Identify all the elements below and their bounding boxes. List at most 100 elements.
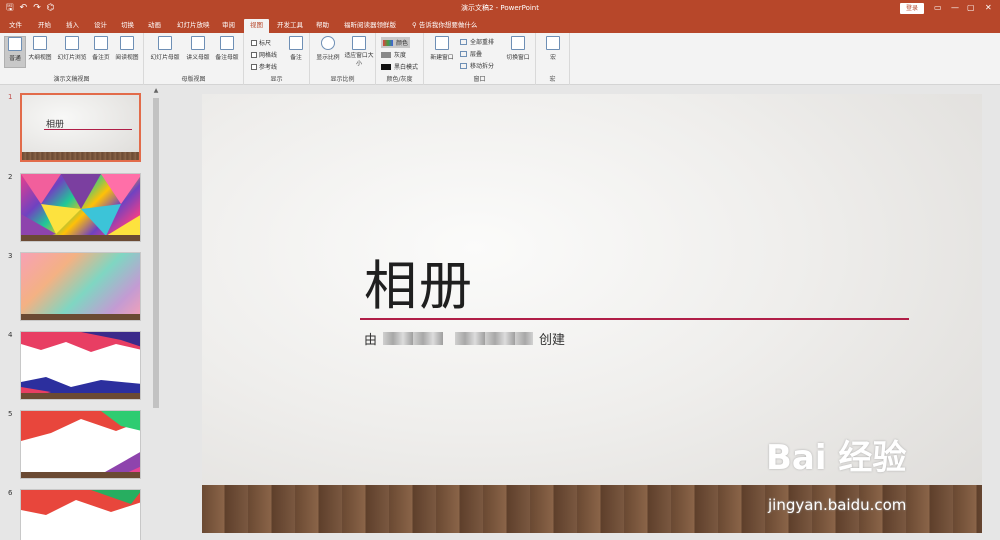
- slide-title[interactable]: 相册: [364, 244, 474, 320]
- zoom-button[interactable]: 显示比例: [314, 36, 342, 61]
- checkbox-box: [251, 51, 257, 58]
- fit-to-window-button[interactable]: 适应窗口大小: [344, 36, 374, 68]
- group-label: 宏: [549, 76, 556, 83]
- tab-insert[interactable]: 插入: [66, 19, 79, 33]
- tab-review[interactable]: 审阅: [222, 19, 235, 33]
- tab-view[interactable]: 视图: [244, 19, 269, 33]
- geometric-pattern: [21, 490, 140, 515]
- slide-sorter-button[interactable]: 幻灯片浏览: [55, 36, 89, 61]
- notes-master-button[interactable]: 备注母版: [213, 36, 241, 61]
- group-window: 新建窗口 全部重排 层叠 移动拆分 切换窗口 窗口: [424, 33, 536, 85]
- arrange-all-icon: [460, 38, 467, 45]
- tell-me-search[interactable]: ⚲ 告诉我你想要做什么: [412, 19, 477, 32]
- arrange-all-button[interactable]: 全部重排: [460, 37, 494, 46]
- handout-master-button[interactable]: 讲义母版: [184, 36, 212, 61]
- slide-master-icon: [158, 36, 172, 50]
- slide-thumbnail-pane: 1 相册 2 3 4 5 6 ▲: [0, 86, 162, 540]
- notes-icon: [289, 36, 303, 50]
- thumb-title-line: [44, 129, 132, 130]
- group-zoom: 显示比例 适应窗口大小 显示比例: [310, 33, 376, 85]
- reading-view-button[interactable]: 阅读视图: [113, 36, 141, 61]
- tab-developer[interactable]: 开发工具: [277, 19, 303, 33]
- outline-view-button[interactable]: 大纲视图: [27, 36, 53, 61]
- fit-window-icon: [352, 36, 366, 50]
- close-icon[interactable]: ✕: [985, 2, 992, 14]
- black-white-button[interactable]: 黑白模式: [381, 62, 418, 71]
- checkbox-box: [251, 63, 257, 70]
- notes-page-icon: [94, 36, 108, 50]
- group-color-grayscale: 颜色 灰度 黑白模式 颜色/灰度: [376, 33, 424, 85]
- subtitle-suffix: 创建: [539, 333, 566, 348]
- cascade-icon: [460, 50, 467, 57]
- watermark-url: jingyan.baidu.com: [768, 496, 907, 514]
- slide-thumbnail-6[interactable]: [20, 489, 141, 540]
- ribbon: 普通 大纲视图 幻灯片浏览 备注页 阅读视图 演示文稿视图 幻灯片母版 讲义母版…: [0, 33, 1000, 85]
- window-title: 演示文稿2 - PowerPoint: [461, 4, 539, 12]
- thumbnail-scrollbar[interactable]: ▲: [151, 86, 161, 540]
- reading-view-icon: [120, 36, 134, 50]
- ribbon-display-options-icon[interactable]: ▭: [934, 2, 942, 14]
- slide-master-button[interactable]: 幻灯片母版: [149, 36, 181, 61]
- new-window-button[interactable]: 新建窗口: [428, 36, 456, 61]
- normal-view-button[interactable]: 普通: [4, 36, 26, 68]
- gridlines-checkbox[interactable]: 网格线: [251, 50, 277, 59]
- move-split-button[interactable]: 移动拆分: [460, 61, 494, 70]
- grayscale-swatch-icon: [381, 51, 391, 58]
- group-macros: 宏 宏: [536, 33, 570, 85]
- slide-thumbnail-5[interactable]: [20, 410, 141, 479]
- notes-page-button[interactable]: 备注页: [90, 36, 112, 61]
- guides-checkbox[interactable]: 参考线: [251, 62, 277, 71]
- group-label: 母版视图: [181, 76, 206, 83]
- slide-thumbnail-3[interactable]: [20, 252, 141, 321]
- tab-design[interactable]: 设计: [94, 19, 107, 33]
- grayscale-button[interactable]: 灰度: [381, 50, 406, 59]
- group-master-views: 幻灯片母版 讲义母版 备注母版 母版视图: [144, 33, 244, 85]
- tab-file[interactable]: 文件: [9, 19, 22, 33]
- cascade-button[interactable]: 层叠: [460, 49, 482, 58]
- lightbulb-icon: ⚲: [412, 21, 419, 29]
- login-button[interactable]: 登录: [900, 3, 924, 14]
- thumb-floor: [21, 235, 140, 241]
- normal-view-icon: [8, 37, 22, 51]
- tab-foxit[interactable]: 福昕阅读器领鲜版: [344, 19, 396, 33]
- slide-number: 2: [8, 173, 13, 181]
- geometric-pattern: [21, 332, 140, 399]
- redacted-name: [383, 332, 444, 345]
- thumb-floor: [21, 393, 140, 399]
- tell-me-label: 告诉我你想要做什么: [418, 21, 478, 29]
- scroll-up-icon[interactable]: ▲: [152, 87, 160, 95]
- maximize-icon[interactable]: ▢: [967, 2, 975, 14]
- slide-thumbnail-2[interactable]: [20, 173, 141, 242]
- switch-windows-button[interactable]: 切换窗口: [504, 36, 532, 61]
- thumb-floor: [21, 472, 140, 478]
- ribbon-tabs: 文件 开始 插入 设计 切换 动画 幻灯片放映 审阅 视图 开发工具 帮助 福昕…: [0, 17, 1000, 33]
- tab-home[interactable]: 开始: [38, 19, 51, 33]
- group-label: 演示文稿视图: [53, 76, 90, 83]
- switch-windows-icon: [511, 36, 525, 50]
- scrollbar-thumb[interactable]: [153, 98, 159, 408]
- checkbox-box: [251, 39, 257, 46]
- color-swatch-icon: [383, 39, 393, 46]
- macros-button[interactable]: 宏: [541, 36, 565, 61]
- black-white-swatch-icon: [381, 63, 391, 70]
- slide-subtitle[interactable]: 由 创建: [364, 329, 565, 348]
- subtitle-prefix: 由: [364, 333, 378, 348]
- slide-number: 4: [8, 331, 13, 339]
- ruler-checkbox[interactable]: 标尺: [251, 38, 271, 47]
- thumb-floor: [22, 152, 139, 160]
- tab-animations[interactable]: 动画: [148, 19, 161, 33]
- tab-help[interactable]: 帮助: [316, 19, 329, 33]
- notes-button[interactable]: 备注: [286, 36, 306, 61]
- slide-thumbnail-1[interactable]: 相册: [20, 93, 141, 162]
- tab-transitions[interactable]: 切换: [121, 19, 134, 33]
- slide-number: 3: [8, 252, 13, 260]
- macros-icon: [546, 36, 560, 50]
- color-button[interactable]: 颜色: [381, 37, 411, 48]
- tab-slideshow[interactable]: 幻灯片放映: [177, 19, 210, 33]
- group-label: 颜色/灰度: [386, 76, 413, 83]
- slide-number: 5: [8, 410, 13, 418]
- slide-thumbnail-4[interactable]: [20, 331, 141, 400]
- slide-number: 1: [8, 93, 13, 101]
- group-label: 显示比例: [330, 76, 355, 83]
- minimize-icon[interactable]: —: [951, 2, 959, 14]
